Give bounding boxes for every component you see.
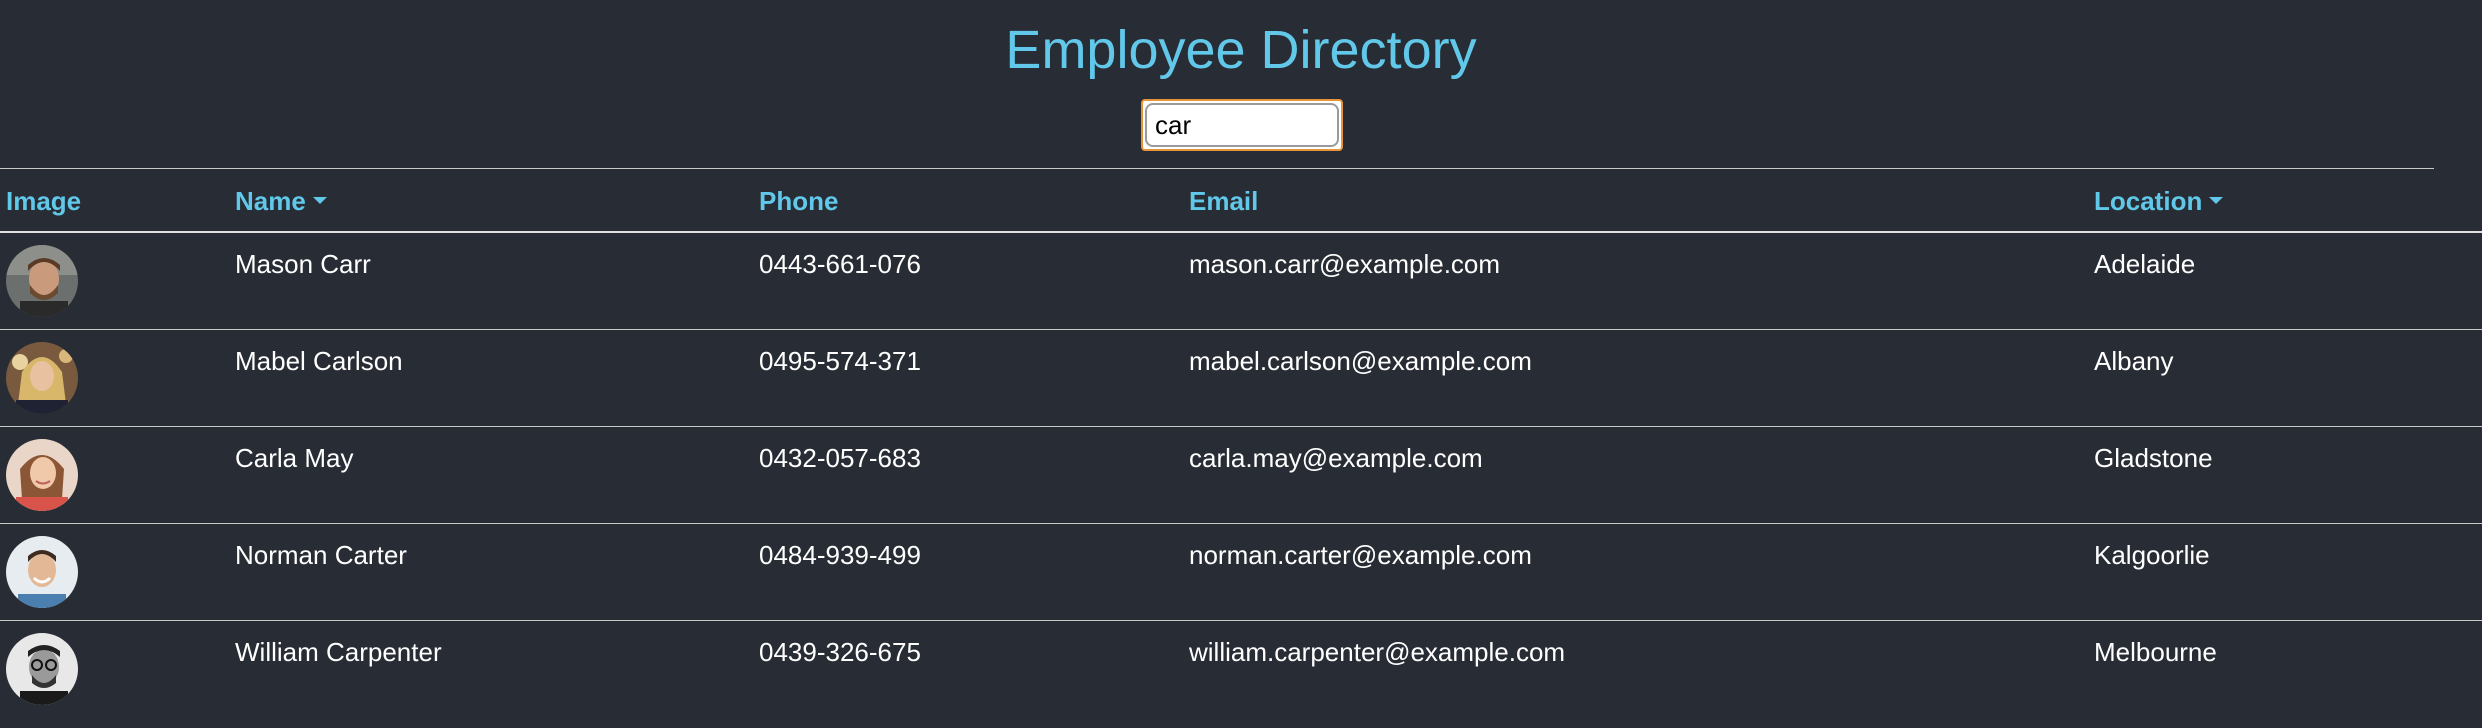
avatar-photo-woman-brunette-icon xyxy=(6,439,78,511)
cell-name: Norman Carter xyxy=(235,540,407,570)
column-header-email-label: Email xyxy=(1189,186,1259,216)
table-row: William Carpenter 0439-326-675 william.c… xyxy=(0,621,2482,717)
cell-name: Carla May xyxy=(235,443,354,473)
cell-email: mabel.carlson@example.com xyxy=(1189,346,1532,376)
cell-email: norman.carter@example.com xyxy=(1189,540,1532,570)
cell-location: Albany xyxy=(2094,346,2174,376)
cell-email: william.carpenter@example.com xyxy=(1189,637,1566,667)
cell-location: Gladstone xyxy=(2094,443,2213,473)
cell-phone: 0484-939-499 xyxy=(759,540,921,570)
table-row: Mason Carr 0443-661-076 mason.carr@examp… xyxy=(0,233,2482,329)
employee-directory-page: Employee Directory Image Name Phone Emai… xyxy=(0,0,2482,728)
cell-email: carla.may@example.com xyxy=(1189,443,1483,473)
cell-phone: 0443-661-076 xyxy=(759,249,921,279)
column-header-phone-label: Phone xyxy=(759,186,839,216)
avatar-photo-man-glasses-bw-icon xyxy=(6,633,78,705)
table-header: Image Name Phone Email Location xyxy=(0,170,2482,232)
table-row: Mabel Carlson 0495-574-371 mabel.carlson… xyxy=(0,330,2482,426)
cell-email: mason.carr@example.com xyxy=(1189,249,1501,279)
cell-phone: 0495-574-371 xyxy=(759,346,921,376)
table-row: Norman Carter 0484-939-499 norman.carter… xyxy=(0,524,2482,620)
avatar-photo-man-beard-icon xyxy=(6,245,78,317)
search-box xyxy=(1141,99,1343,151)
cell-location: Kalgoorlie xyxy=(2094,540,2210,570)
cell-name: Mason Carr xyxy=(235,249,371,279)
page-title: Employee Directory xyxy=(1005,20,1477,80)
avatar xyxy=(6,342,78,414)
avatar-photo-man-smiling-icon xyxy=(6,536,78,608)
header-top-divider xyxy=(0,168,2434,169)
cell-location: Melbourne xyxy=(2094,637,2217,667)
column-header-image: Image xyxy=(6,170,81,232)
avatar xyxy=(6,439,78,511)
cell-phone: 0432-057-683 xyxy=(759,443,921,473)
column-header-name[interactable]: Name xyxy=(235,170,327,232)
search-input[interactable] xyxy=(1145,103,1339,147)
sort-caret-icon xyxy=(312,196,327,204)
table-row: Carla May 0432-057-683 carla.may@example… xyxy=(0,427,2482,523)
column-header-location-label: Location xyxy=(2094,186,2203,216)
avatar-photo-woman-blonde-icon xyxy=(6,342,78,414)
column-header-name-label: Name xyxy=(235,186,306,216)
column-header-email: Email xyxy=(1189,170,1258,232)
column-header-location[interactable]: Location xyxy=(2094,170,2224,232)
column-header-phone: Phone xyxy=(759,170,838,232)
cell-location: Adelaide xyxy=(2094,249,2196,279)
avatar xyxy=(6,245,78,317)
avatar xyxy=(6,633,78,705)
column-header-image-label: Image xyxy=(6,186,82,216)
cell-name: William Carpenter xyxy=(235,637,442,667)
cell-name: Mabel Carlson xyxy=(235,346,403,376)
avatar xyxy=(6,536,78,608)
sort-caret-icon xyxy=(2209,196,2224,204)
cell-phone: 0439-326-675 xyxy=(759,637,921,667)
